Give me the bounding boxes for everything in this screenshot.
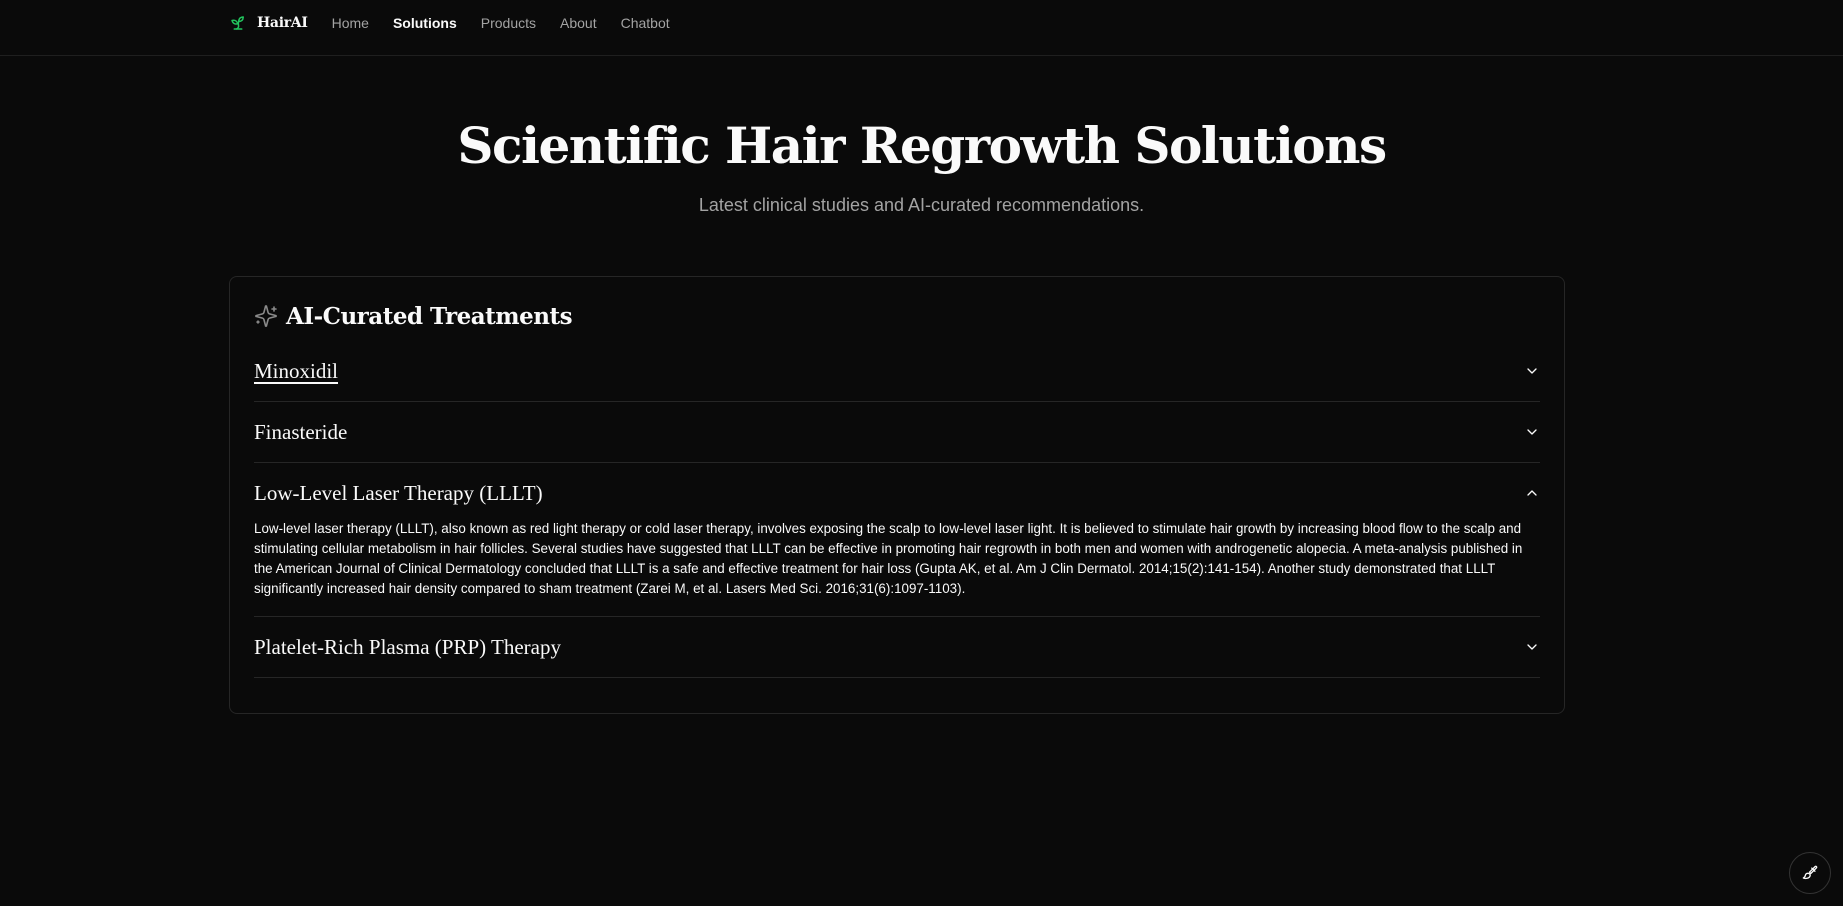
accordion-label: Minoxidil	[254, 358, 339, 383]
chevron-down-icon	[1524, 639, 1540, 655]
accordion-trigger-lllt[interactable]: Low-Level Laser Therapy (LLLT)	[254, 463, 1540, 523]
accordion-trigger-finasteride[interactable]: Finasteride	[254, 402, 1540, 462]
treatments-card: AI-Curated Treatments Minoxidil Finaster…	[229, 276, 1565, 714]
nav-link-solutions[interactable]: Solutions	[393, 15, 457, 31]
customize-theme-button[interactable]	[1789, 852, 1831, 894]
accordion-item-prp: Platelet-Rich Plasma (PRP) Therapy	[254, 617, 1540, 678]
accordion-label: Low-Level Laser Therapy (LLLT)	[254, 480, 543, 505]
accordion-trigger-minoxidil[interactable]: Minoxidil	[254, 341, 1540, 401]
card-header: AI-Curated Treatments	[254, 299, 1540, 333]
sprout-icon	[229, 14, 247, 32]
accordion-label: Platelet-Rich Plasma (PRP) Therapy	[254, 634, 561, 659]
accordion-item-lllt: Low-Level Laser Therapy (LLLT) Low-level…	[254, 463, 1540, 617]
accordion-item-finasteride: Finasteride	[254, 402, 1540, 463]
nav-link-products[interactable]: Products	[481, 15, 536, 31]
main-nav: Home Solutions Products About Chatbot	[332, 15, 670, 31]
card-title: AI-Curated Treatments	[286, 302, 573, 330]
treatments-accordion: Minoxidil Finasteride Low-Level Laser Th…	[254, 341, 1540, 678]
chevron-up-icon	[1524, 485, 1540, 501]
brand-name: HairAI	[257, 14, 308, 31]
nav-link-about[interactable]: About	[560, 15, 597, 31]
chevron-down-icon	[1524, 363, 1540, 379]
accordion-content-lllt: Low-level laser therapy (LLLT), also kno…	[254, 521, 1523, 596]
hero-section: Scientific Hair Regrowth Solutions Lates…	[0, 116, 1843, 216]
nav-link-home[interactable]: Home	[332, 15, 369, 31]
chevron-down-icon	[1524, 424, 1540, 440]
accordion-trigger-prp[interactable]: Platelet-Rich Plasma (PRP) Therapy	[254, 617, 1540, 677]
page-title: Scientific Hair Regrowth Solutions	[457, 116, 1387, 175]
page-subtitle: Latest clinical studies and AI-curated r…	[698, 195, 1145, 215]
brand-logo-link[interactable]: HairAI	[229, 14, 308, 32]
paintbrush-icon	[1802, 865, 1818, 881]
accordion-item-minoxidil: Minoxidil	[254, 341, 1540, 402]
nav-link-chatbot[interactable]: Chatbot	[621, 15, 670, 31]
top-navigation-bar: HairAI Home Solutions Products About Cha…	[0, 0, 1843, 56]
sparkles-icon	[254, 304, 278, 328]
accordion-label: Finasteride	[254, 419, 348, 444]
